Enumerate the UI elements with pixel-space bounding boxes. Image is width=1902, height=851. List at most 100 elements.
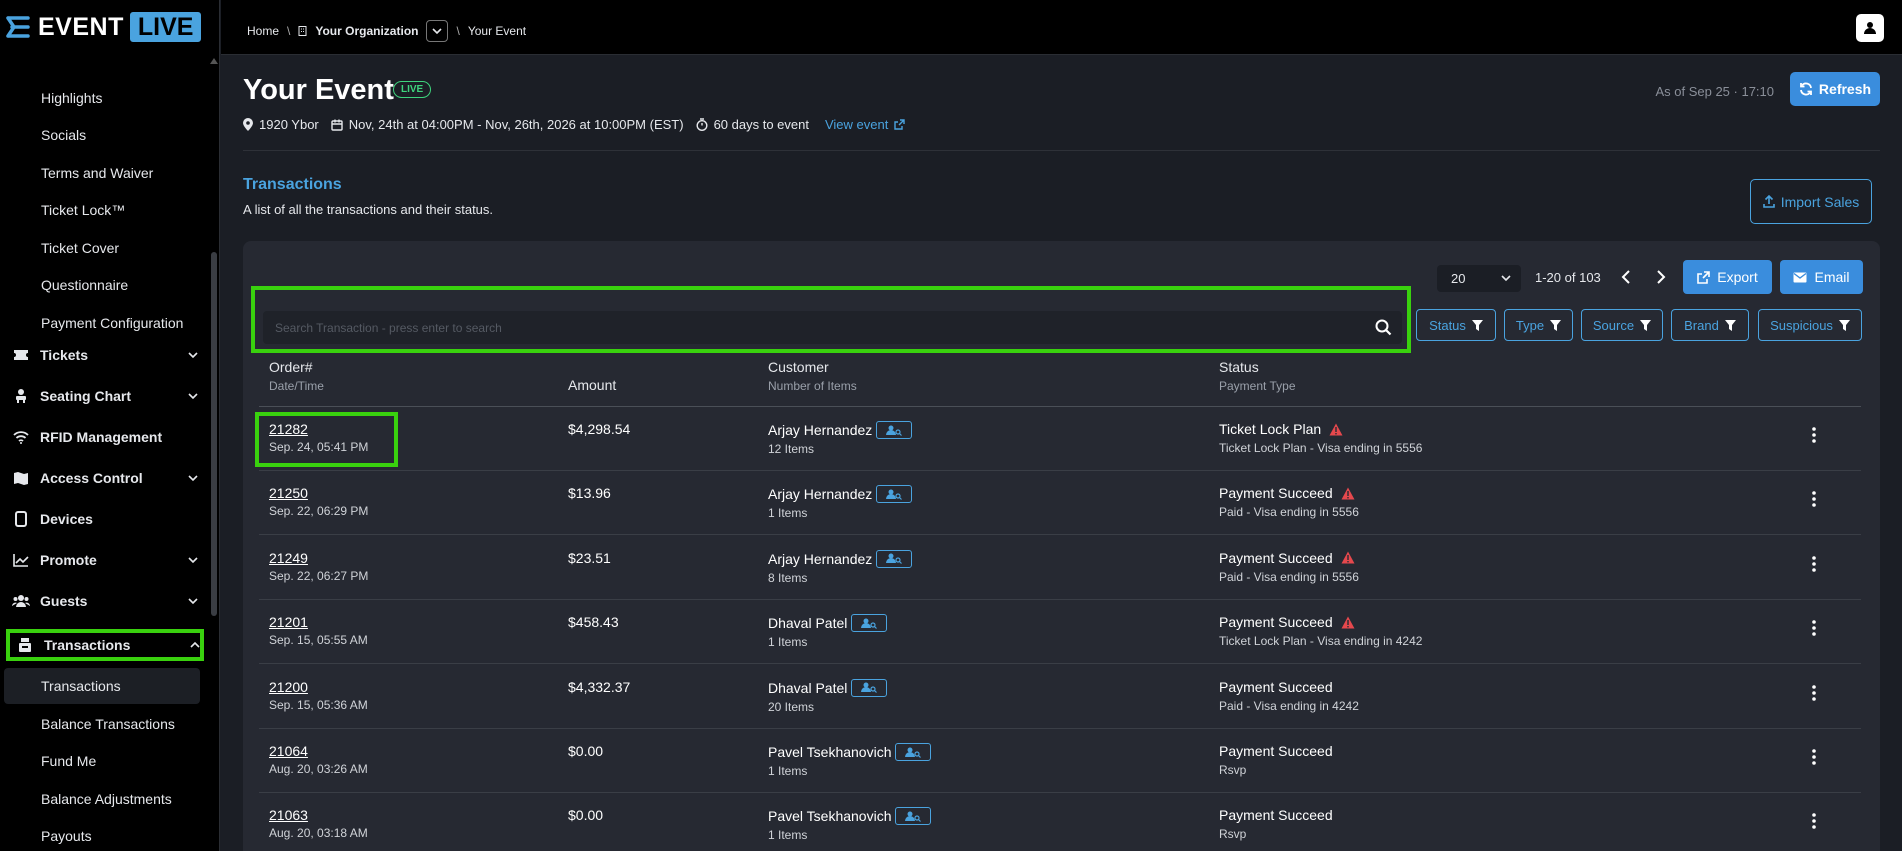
email-button[interactable]: Email bbox=[1780, 260, 1863, 294]
filter-suspicious-button[interactable]: Suspicious bbox=[1758, 309, 1862, 341]
row-actions-button[interactable] bbox=[1804, 747, 1824, 767]
sidebar-sub-fund-me[interactable]: Fund Me bbox=[41, 753, 96, 769]
email-label: Email bbox=[1814, 269, 1850, 285]
export-button[interactable]: Export bbox=[1683, 260, 1772, 294]
order-amount: $13.96 bbox=[568, 485, 611, 502]
user-menu-button[interactable] bbox=[1856, 14, 1884, 42]
customer-profile-button[interactable] bbox=[851, 678, 888, 697]
breadcrumb-event[interactable]: Your Event bbox=[468, 24, 526, 38]
more-vertical-icon bbox=[1812, 491, 1816, 508]
table-row[interactable]: 21064 Aug. 20, 03:26 AM $0.00 Pavel Tsekhan… bbox=[259, 729, 1861, 793]
filter-type-button[interactable]: Type bbox=[1504, 309, 1573, 341]
row-actions-button[interactable] bbox=[1804, 811, 1824, 831]
sidebar-item-promote[interactable]: Promote bbox=[12, 546, 198, 574]
warning-icon[interactable] bbox=[1341, 487, 1355, 500]
status-cell: Payment Succeed bbox=[1219, 485, 1355, 501]
chevron-down-icon bbox=[432, 28, 443, 35]
order-link[interactable]: 21201 bbox=[269, 614, 308, 630]
warning-icon[interactable] bbox=[1329, 423, 1343, 436]
row-actions-button[interactable] bbox=[1804, 554, 1824, 574]
org-dropdown-button[interactable] bbox=[426, 20, 449, 42]
event-dates: Nov, 24th at 04:00PM - Nov, 26th, 2026 a… bbox=[348, 117, 684, 132]
sidebar-sub-transactions[interactable]: Transactions bbox=[41, 678, 121, 694]
breadcrumb-org[interactable]: Your Organization bbox=[315, 24, 418, 38]
sidebar-item-seating[interactable]: Seating Chart bbox=[12, 382, 198, 410]
th-customer: Customer bbox=[768, 359, 829, 375]
row-actions-button[interactable] bbox=[1804, 489, 1824, 509]
external-link-icon[interactable] bbox=[894, 119, 906, 130]
sidebar-sub-balance-transactions[interactable]: Balance Transactions bbox=[41, 716, 175, 732]
table-row[interactable]: 21200 Sep. 15, 05:36 AM $4,332.37 Dhaval Pa… bbox=[259, 665, 1861, 729]
table-row[interactable]: 21282 Sep. 24, 05:41 PM $4,298.54 Arjay Her… bbox=[259, 407, 1861, 471]
sidebar-item-devices[interactable]: Devices bbox=[12, 505, 198, 533]
filter-brand-button[interactable]: Brand bbox=[1671, 309, 1749, 341]
chevron-down-icon bbox=[188, 557, 198, 564]
more-vertical-icon bbox=[1812, 427, 1816, 443]
customer-profile-button[interactable] bbox=[876, 421, 913, 439]
customer-name: Dhaval Patel bbox=[768, 615, 848, 632]
order-link[interactable]: 21063 bbox=[269, 807, 308, 823]
search-icon[interactable] bbox=[1375, 319, 1392, 336]
live-badge: LIVE bbox=[393, 81, 432, 98]
sidebar-sub-payouts[interactable]: Payouts bbox=[41, 828, 92, 844]
sidebar-item-rfid[interactable]: RFID Management bbox=[12, 423, 198, 451]
sidebar-item-guests[interactable]: Guests bbox=[12, 587, 198, 615]
customer-profile-button[interactable] bbox=[876, 485, 913, 504]
sidebar-item-questionnaire[interactable]: Questionnaire bbox=[41, 277, 128, 293]
customer-cell: Pavel Tsekhanovich bbox=[768, 807, 932, 826]
filter-status-button[interactable]: Status bbox=[1416, 309, 1496, 341]
sidebar-item-payment-config[interactable]: Payment Configuration bbox=[41, 315, 183, 331]
sidebar-item-highlights[interactable]: Highlights bbox=[41, 90, 102, 106]
warning-icon[interactable] bbox=[1341, 551, 1355, 564]
order-date: Aug. 20, 03:26 AM bbox=[269, 762, 368, 776]
refresh-icon bbox=[1800, 82, 1812, 96]
customer-profile-button[interactable] bbox=[895, 807, 932, 826]
pagination-range: 1-20 of 103 bbox=[1535, 270, 1601, 285]
sidebar-item-socials[interactable]: Socials bbox=[41, 127, 86, 143]
per-page-select[interactable]: 20 bbox=[1437, 265, 1521, 292]
table-row[interactable]: 21201 Sep. 15, 05:55 AM $458.43 Dhaval Pate… bbox=[259, 600, 1861, 665]
order-link[interactable]: 21200 bbox=[269, 679, 308, 695]
next-page-button[interactable] bbox=[1653, 268, 1669, 286]
order-date: Sep. 15, 05:55 AM bbox=[269, 633, 368, 648]
table-row[interactable]: 21249 Sep. 22, 06:27 PM $23.51 Arjay Hernan… bbox=[259, 536, 1861, 600]
sidebar-item-ticket-lock[interactable]: Ticket Lock™ bbox=[41, 202, 125, 218]
sidebar-label: Access Control bbox=[40, 470, 143, 486]
sidebar-item-tickets[interactable]: Tickets bbox=[12, 341, 198, 369]
refresh-button[interactable]: Refresh bbox=[1790, 72, 1880, 106]
sidebar-item-transactions[interactable]: Transactions bbox=[6, 629, 204, 661]
customer-profile-button[interactable] bbox=[876, 549, 913, 568]
import-sales-button[interactable]: Import Sales bbox=[1750, 179, 1872, 224]
table-row[interactable]: 21063 Aug. 20, 03:18 AM $0.00 Pavel Tsekhan… bbox=[259, 793, 1861, 851]
brand-logo[interactable]: EVENT LIVE bbox=[6, 12, 202, 42]
item-count: 20 Items bbox=[768, 699, 815, 714]
order-link[interactable]: 21064 bbox=[269, 743, 308, 759]
section-subtitle: A list of all the transactions and their… bbox=[243, 202, 494, 217]
view-event-link[interactable]: View event bbox=[825, 117, 888, 132]
event-meta: 1920 Ybor Nov, 24th at 04:00PM - Nov, 26… bbox=[243, 117, 906, 132]
payment-type: Paid - Visa ending in 5556 bbox=[1219, 505, 1359, 520]
sidebar-scrollbar[interactable] bbox=[211, 252, 217, 616]
sidebar-item-access-control[interactable]: Access Control bbox=[12, 464, 198, 492]
chevron-down-icon bbox=[188, 393, 198, 400]
prev-page-button[interactable] bbox=[1618, 268, 1634, 286]
scroll-up-arrow[interactable] bbox=[210, 58, 218, 64]
sidebar-item-ticket-cover[interactable]: Ticket Cover bbox=[41, 240, 119, 256]
row-actions-button[interactable] bbox=[1804, 618, 1824, 638]
row-actions-button[interactable] bbox=[1804, 425, 1824, 445]
row-actions-button[interactable] bbox=[1804, 683, 1824, 703]
order-link[interactable]: 21250 bbox=[269, 485, 308, 501]
customer-name: Dhaval Patel bbox=[768, 679, 848, 696]
sidebar-sub-balance-adjustments[interactable]: Balance Adjustments bbox=[41, 791, 172, 807]
customer-profile-button[interactable] bbox=[895, 743, 932, 761]
customer-profile-button[interactable] bbox=[851, 614, 888, 633]
search-field[interactable] bbox=[263, 311, 1402, 344]
sidebar-item-terms[interactable]: Terms and Waiver bbox=[41, 165, 153, 181]
warning-icon[interactable] bbox=[1341, 616, 1355, 629]
breadcrumb-home[interactable]: Home bbox=[247, 24, 279, 38]
table-row[interactable]: 21250 Sep. 22, 06:29 PM $13.96 Arjay Hernan… bbox=[259, 471, 1861, 536]
filter-source-button[interactable]: Source bbox=[1581, 309, 1663, 341]
upload-icon bbox=[1762, 195, 1775, 208]
search-input[interactable] bbox=[263, 311, 1402, 344]
order-link[interactable]: 21249 bbox=[269, 550, 308, 566]
